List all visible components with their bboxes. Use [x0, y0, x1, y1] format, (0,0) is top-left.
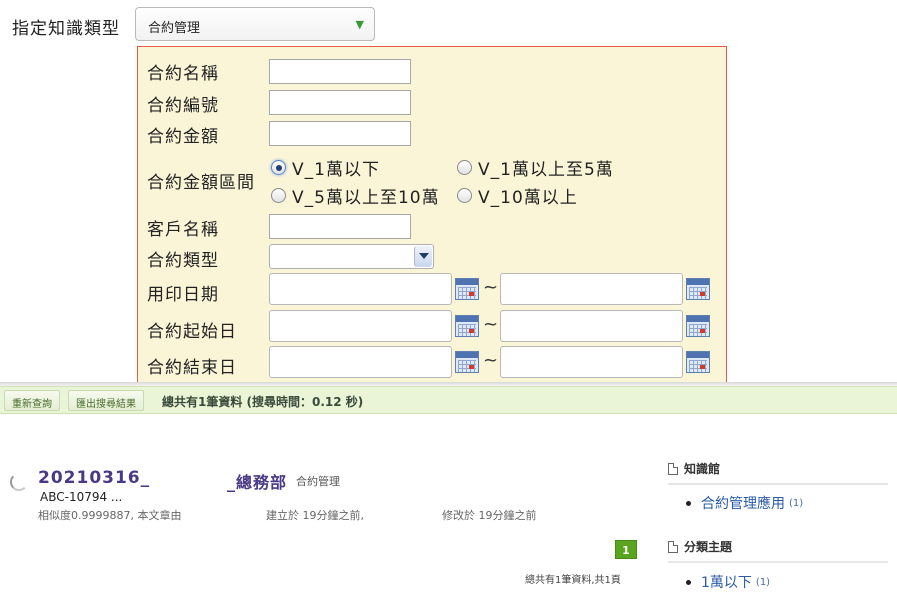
topic-heading: 分類主題	[668, 538, 888, 563]
topic-item[interactable]: 1萬以下 (1)	[686, 572, 770, 592]
document-icon	[668, 540, 678, 553]
result-category: 合約管理	[296, 475, 340, 488]
result-similarity: 相似度0.9999887, 本文章由	[38, 509, 182, 522]
seal-date-to-input[interactable]	[500, 273, 683, 305]
range-separator: ~	[483, 314, 499, 335]
library-item-count: (1)	[789, 497, 804, 509]
calendar-icon[interactable]	[686, 278, 710, 300]
calendar-icon[interactable]	[455, 351, 479, 373]
export-results-button[interactable]: 匯出搜尋結果	[68, 390, 144, 411]
calendar-icon[interactable]	[686, 315, 710, 337]
result-modified: 修改於 19分鐘之前	[442, 509, 537, 522]
requery-button[interactable]: 重新查詢	[4, 390, 60, 411]
amount-range-label: 合約金額區間	[147, 173, 255, 193]
radio-unselected[interactable]	[271, 188, 286, 203]
topic-item-count: (1)	[755, 576, 771, 588]
calendar-icon[interactable]	[455, 278, 479, 300]
end-date-from-input[interactable]	[269, 346, 452, 378]
seal-date-from-input[interactable]	[269, 273, 452, 305]
contract-amount-label: 合約金額	[147, 127, 219, 147]
chevron-down-icon[interactable]	[414, 246, 432, 267]
spinner-icon	[10, 473, 28, 491]
dropdown-arrow-icon: ▼	[355, 18, 364, 31]
results-toolbar: 重新查詢 匯出搜尋結果 總共有1筆資料 (搜尋時間：0.12 秒)	[0, 386, 897, 414]
range-separator: ~	[483, 277, 499, 298]
radio-unselected[interactable]	[457, 188, 472, 203]
start-date-label: 合約起始日	[147, 322, 237, 342]
library-item-label[interactable]: 合約管理應用	[701, 493, 785, 513]
page-button[interactable]: 1	[615, 540, 637, 559]
pagination-total: 總共有1筆資料,共1頁	[525, 575, 621, 586]
contract-name-label: 合約名稱	[147, 64, 219, 84]
amount-range-option[interactable]: V_5萬以上至10萬	[271, 183, 440, 208]
amount-range-option[interactable]: V_1萬以下	[271, 155, 380, 180]
calendar-icon[interactable]	[686, 351, 710, 373]
knowledge-type-label: 指定知識類型	[12, 19, 120, 39]
contract-type-label: 合約類型	[147, 251, 219, 271]
contract-no-input[interactable]	[269, 90, 411, 115]
contract-no-label: 合約編號	[147, 96, 219, 116]
amount-range-option[interactable]: V_10萬以上	[457, 183, 578, 208]
radio-selected[interactable]	[271, 160, 286, 175]
customer-name-label: 客戶名稱	[147, 220, 219, 240]
start-date-from-input[interactable]	[269, 310, 452, 342]
result-dept-link[interactable]: _總務部	[227, 469, 287, 493]
results-summary: 總共有1筆資料 (搜尋時間：0.12 秒)	[162, 395, 364, 409]
radio-unselected[interactable]	[457, 160, 472, 175]
knowledge-type-value: 合約管理	[148, 21, 201, 36]
contract-amount-input[interactable]	[269, 121, 411, 146]
start-date-to-input[interactable]	[500, 310, 683, 342]
range-separator: ~	[483, 350, 499, 371]
document-icon	[668, 462, 678, 475]
seal-date-label: 用印日期	[147, 285, 219, 305]
customer-name-input[interactable]	[269, 214, 411, 239]
result-created: 建立於 19分鐘之前,	[266, 509, 364, 522]
result-snippet: ABC-10794 ...	[40, 490, 123, 504]
topic-item-label[interactable]: 1萬以下	[701, 572, 752, 592]
knowledge-type-select[interactable]: 合約管理 ▼	[135, 7, 375, 41]
end-date-label: 合約結束日	[147, 358, 237, 378]
end-date-to-input[interactable]	[500, 346, 683, 378]
library-heading: 知識館	[668, 460, 888, 485]
amount-range-option[interactable]: V_1萬以上至5萬	[457, 155, 614, 180]
library-item[interactable]: 合約管理應用 (1)	[686, 493, 803, 513]
search-form: 合約名稱 合約編號 合約金額 合約金額區間 V_1萬以下 V_1萬以上至5萬 V…	[137, 46, 727, 386]
contract-type-select[interactable]	[269, 244, 434, 269]
result-title-link[interactable]: 20210316_	[38, 468, 150, 488]
contract-name-input[interactable]	[269, 59, 411, 84]
calendar-icon[interactable]	[455, 315, 479, 337]
